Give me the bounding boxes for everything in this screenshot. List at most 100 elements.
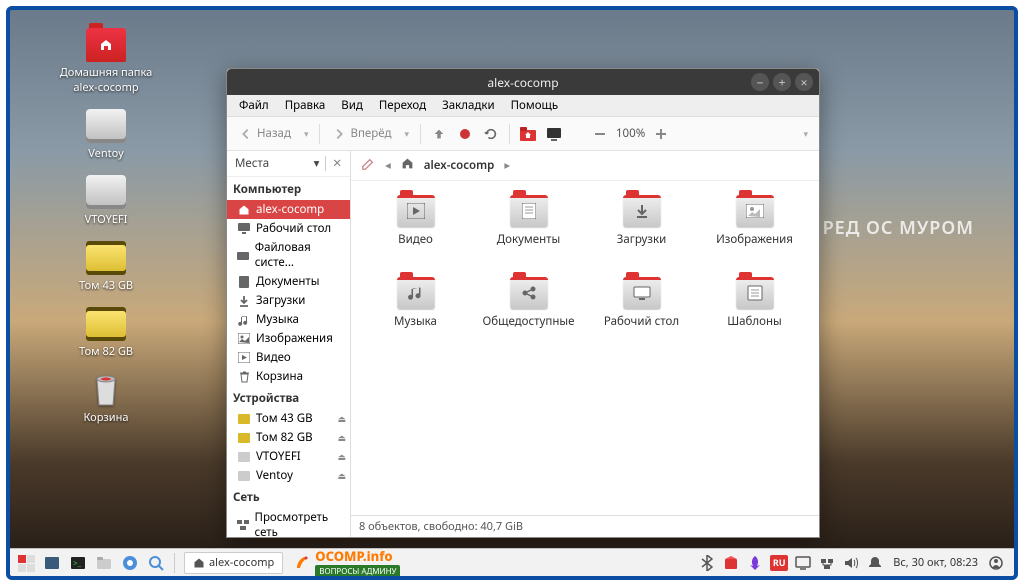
folder-item[interactable]: Изображения xyxy=(698,195,811,273)
path-prev[interactable]: ◂ xyxy=(385,158,391,173)
path-home-icon[interactable] xyxy=(401,157,414,174)
forward-history-dropdown[interactable]: ▾ xyxy=(401,127,412,140)
sidebar-item[interactable]: Рабочий стол xyxy=(227,219,350,238)
sidebar-item[interactable]: Документы xyxy=(227,272,350,291)
updates-icon[interactable] xyxy=(745,553,765,573)
home-icon xyxy=(237,203,251,217)
notifications-icon[interactable] xyxy=(865,553,885,573)
sidebar-section-header: Компьютер xyxy=(227,179,350,200)
close-button[interactable]: × xyxy=(795,73,813,91)
maximize-button[interactable]: + xyxy=(773,73,791,91)
desktop-icon[interactable]: Ventoy xyxy=(58,109,154,161)
network-icon[interactable] xyxy=(817,553,837,573)
path-segment[interactable]: alex-cocomp xyxy=(424,158,495,173)
home-button[interactable] xyxy=(518,124,538,144)
eject-icon[interactable]: ⏏ xyxy=(337,412,346,425)
start-menu-button[interactable] xyxy=(14,552,38,574)
zoom-level: 100% xyxy=(616,126,645,141)
sidebar-item[interactable]: VTOYEFI⏏ xyxy=(227,447,350,466)
forward-button[interactable]: Вперёд xyxy=(328,123,395,144)
stop-button[interactable] xyxy=(455,124,475,144)
file-manager-window: alex-cocomp − + × ФайлПравкаВидПереходЗа… xyxy=(226,68,820,538)
folder-item[interactable]: Шаблоны xyxy=(698,277,811,355)
search-launcher[interactable] xyxy=(144,552,168,574)
sidebar-item[interactable]: Корзина xyxy=(227,367,350,386)
eject-icon[interactable]: ⏏ xyxy=(337,450,346,463)
clock[interactable]: Вс, 30 окт, 08:23 xyxy=(889,555,982,570)
desktop-icon[interactable]: VTOYEFI xyxy=(58,175,154,227)
zoom-in-button[interactable] xyxy=(651,124,671,144)
menu-item[interactable]: Закладки xyxy=(436,96,501,115)
titlebar[interactable]: alex-cocomp − + × xyxy=(227,69,819,95)
menubar: ФайлПравкаВидПереходЗакладкиПомощь xyxy=(227,95,819,117)
edit-path-button[interactable] xyxy=(361,157,375,175)
folder-item[interactable]: Рабочий стол xyxy=(585,277,698,355)
zoom-out-button[interactable] xyxy=(590,124,610,144)
taskbar-task-filemanager[interactable]: alex-cocomp xyxy=(184,552,283,574)
files-launcher[interactable] xyxy=(92,552,116,574)
sidebar-item[interactable]: Музыка xyxy=(227,310,350,329)
trash-icon xyxy=(237,370,251,384)
statusbar: 8 объектов, свободно: 40,7 GiB xyxy=(351,515,819,537)
sidebar-item[interactable]: alex-cocomp xyxy=(227,200,350,219)
folder-item[interactable]: Музыка xyxy=(359,277,472,355)
sidebar-item[interactable]: Файловая систе... xyxy=(227,238,350,272)
menu-item[interactable]: Вид xyxy=(335,96,369,115)
pathbar: ◂ alex-cocomp ▸ xyxy=(351,151,819,181)
path-next[interactable]: ▸ xyxy=(504,158,510,173)
sidebar-section-header: Устройства xyxy=(227,388,350,409)
terminal-launcher[interactable]: >_ xyxy=(66,552,90,574)
minimize-button[interactable]: − xyxy=(751,73,769,91)
sidebar-item[interactable]: Ventoy⏏ xyxy=(227,466,350,485)
menu-item[interactable]: Файл xyxy=(233,96,275,115)
show-desktop-button[interactable] xyxy=(40,552,64,574)
menu-item[interactable]: Правка xyxy=(279,96,332,115)
display-icon[interactable] xyxy=(793,553,813,573)
vol-icon xyxy=(237,412,251,426)
content-area: ◂ alex-cocomp ▸ ВидеоДокументыЗагрузкиИз… xyxy=(351,151,819,537)
sidebar-item[interactable]: Изображения xyxy=(227,329,350,348)
folder-item[interactable]: Общедоступные xyxy=(472,277,585,355)
back-button[interactable]: Назад xyxy=(235,123,295,144)
folder-item[interactable]: Загрузки xyxy=(585,195,698,273)
disk-icon xyxy=(237,469,251,483)
toolbar: Назад ▾ Вперёд ▾ 100% ▾ xyxy=(227,117,819,151)
desktop: Домашняя папкаalex-cocomp Ventoy VTOYEFI То… xyxy=(6,6,1018,580)
desktop-icon[interactable]: Том 82 GB xyxy=(58,307,154,359)
vol-icon xyxy=(237,431,251,445)
fs-icon xyxy=(237,248,250,262)
sidebar-item[interactable]: Видео xyxy=(227,348,350,367)
folder-item[interactable]: Документы xyxy=(472,195,585,273)
sidebar-item[interactable]: Просмотреть сеть xyxy=(227,508,350,537)
back-history-dropdown[interactable]: ▾ xyxy=(301,127,312,140)
up-button[interactable] xyxy=(429,124,449,144)
sidebar: Места ▾ ✕ Компьютерalex-cocompРабочий ст… xyxy=(227,151,351,537)
reload-button[interactable] xyxy=(481,124,501,144)
doc-icon xyxy=(237,275,251,289)
sidebar-close-button[interactable]: ✕ xyxy=(325,156,342,171)
sidebar-item[interactable]: Загрузки xyxy=(227,291,350,310)
desktop-icon[interactable]: Домашняя папкаalex-cocomp xyxy=(58,28,154,95)
browser-launcher[interactable] xyxy=(118,552,142,574)
session-icon[interactable] xyxy=(986,553,1006,573)
language-indicator[interactable]: RU xyxy=(769,553,789,573)
sidebar-item[interactable]: Том 43 GB⏏ xyxy=(227,409,350,428)
down-icon xyxy=(237,294,251,308)
img-icon xyxy=(237,332,251,346)
eject-icon[interactable]: ⏏ xyxy=(337,431,346,444)
package-icon[interactable] xyxy=(721,553,741,573)
sidebar-item[interactable]: Том 82 GB⏏ xyxy=(227,428,350,447)
sidebar-header: Места xyxy=(235,156,269,171)
menu-item[interactable]: Переход xyxy=(373,96,432,115)
menu-item[interactable]: Помощь xyxy=(505,96,565,115)
eject-icon[interactable]: ⏏ xyxy=(337,469,346,482)
file-grid[interactable]: ВидеоДокументыЗагрузкиИзображения МузыкаО… xyxy=(351,181,819,515)
toolbar-menu-dropdown[interactable]: ▾ xyxy=(800,127,811,140)
desktop-icon[interactable]: Том 43 GB xyxy=(58,241,154,293)
bluetooth-icon[interactable] xyxy=(697,553,717,573)
desktop-icon[interactable]: Корзина xyxy=(58,373,154,425)
volume-icon[interactable] xyxy=(841,553,861,573)
computer-button[interactable] xyxy=(544,124,564,144)
sidebar-dropdown[interactable]: ▾ xyxy=(314,156,320,171)
folder-item[interactable]: Видео xyxy=(359,195,472,273)
